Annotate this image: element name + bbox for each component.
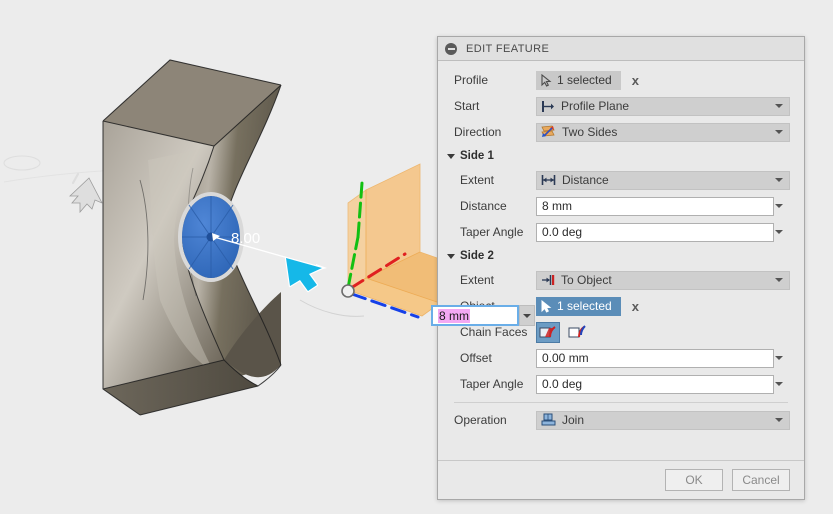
side2-offset-label: Offset <box>460 351 492 365</box>
row-side2-offset: Offset 0.00 mm <box>438 345 804 371</box>
chevron-down-icon[interactable] <box>775 382 783 386</box>
side1-extent-value: Distance <box>562 173 609 187</box>
side2-extent-label: Extent <box>460 273 495 287</box>
side2-object-selection-text: 1 selected <box>557 299 612 313</box>
chevron-down-icon[interactable] <box>775 178 783 182</box>
section-divider <box>454 402 788 403</box>
arrow-cursor-icon <box>284 256 324 293</box>
inline-dimension-dropdown[interactable] <box>519 305 535 326</box>
profile-plane-icon <box>541 100 555 113</box>
inline-dimension-editor[interactable]: 8 mm <box>431 305 519 326</box>
chevron-down-icon[interactable] <box>775 204 783 208</box>
profile-selection-text: 1 selected <box>557 73 612 87</box>
row-side1-distance: Distance 8 mm <box>438 193 804 219</box>
side1-taper-input[interactable]: 0.0 deg <box>536 222 783 242</box>
direction-value: Two Sides <box>562 125 618 139</box>
row-side1-extent: Extent Distance <box>438 167 804 193</box>
side2-offset-value: 0.00 mm <box>542 351 589 365</box>
row-operation: Operation Join <box>438 407 804 433</box>
row-start: Start Profile Plane <box>438 93 804 119</box>
operation-value: Join <box>562 413 585 427</box>
direction-combobox[interactable]: Two Sides <box>536 122 790 142</box>
side1-taper-label: Taper Angle <box>460 225 524 239</box>
side-1-label: Side 1 <box>460 150 494 162</box>
direction-label: Direction <box>454 125 502 139</box>
start-combobox[interactable]: Profile Plane <box>536 96 790 116</box>
direction-arrow-icon <box>68 172 103 214</box>
chain-faces-off-icon[interactable] <box>565 322 589 343</box>
start-value: Profile Plane <box>561 99 630 113</box>
profile-selection-button[interactable]: 1 selected <box>536 70 621 90</box>
chevron-down-icon[interactable] <box>775 230 783 234</box>
side2-extent-value: To Object <box>561 273 612 287</box>
operation-label: Operation <box>454 413 507 427</box>
chain-faces-on-icon[interactable] <box>536 321 560 343</box>
cursor-select-icon <box>541 299 552 313</box>
side1-extent-label: Extent <box>460 173 495 187</box>
join-operation-icon <box>541 413 556 427</box>
side2-extent-combobox[interactable]: To Object <box>536 270 790 290</box>
sketch-guide-curve <box>3 155 119 183</box>
inline-dimension-value: 8 mm <box>438 308 470 323</box>
profile-label: Profile <box>454 73 489 87</box>
side-2-label: Side 2 <box>460 250 494 262</box>
chevron-down-icon[interactable] <box>775 418 783 422</box>
chevron-down-icon[interactable] <box>775 104 783 108</box>
side2-taper-value: 0.0 deg <box>542 377 583 391</box>
start-label: Start <box>454 99 480 113</box>
chevron-down-icon[interactable] <box>775 278 783 282</box>
cancel-button[interactable]: Cancel <box>732 469 790 491</box>
dialog-header[interactable]: EDIT FEATURE <box>438 37 804 61</box>
collapse-circle-icon[interactable] <box>445 42 457 55</box>
operation-combobox[interactable]: Join <box>536 410 790 430</box>
chevron-down-icon <box>523 313 531 318</box>
section-side-2[interactable]: Side 2 <box>438 245 804 267</box>
origin-point <box>341 284 355 298</box>
row-direction: Direction Two Sides <box>438 119 804 145</box>
ok-button[interactable]: OK <box>665 469 723 491</box>
cursor-select-icon <box>541 73 552 87</box>
caret-down-icon[interactable] <box>447 153 455 159</box>
origin-plane-gizmo[interactable] <box>299 163 441 319</box>
side2-object-selection-button[interactable]: 1 selected <box>536 296 621 316</box>
edit-feature-dialog[interactable]: EDIT FEATURE Profile 1 selected x Start <box>437 36 805 500</box>
caret-down-icon[interactable] <box>447 253 455 259</box>
row-side1-taper: Taper Angle 0.0 deg <box>438 219 804 245</box>
side2-taper-input[interactable]: 0.0 deg <box>536 374 783 394</box>
side2-offset-input[interactable]: 0.00 mm <box>536 348 783 368</box>
side2-taper-label: Taper Angle <box>460 377 524 391</box>
dimension-value: 8.00 <box>231 230 260 247</box>
row-side2-taper: Taper Angle 0.0 deg <box>438 371 804 397</box>
chain-faces-label: Chain Faces <box>460 325 528 339</box>
side1-taper-value: 0.0 deg <box>542 225 583 239</box>
row-side2-extent: Extent To Object <box>438 267 804 293</box>
profile-clear-button[interactable]: x <box>632 74 639 87</box>
chevron-down-icon[interactable] <box>775 356 783 360</box>
distance-extent-icon <box>541 174 556 186</box>
side1-extent-combobox[interactable]: Distance <box>536 170 790 190</box>
dialog-footer: OK Cancel <box>438 460 804 499</box>
side1-distance-value: 8 mm <box>542 199 572 213</box>
row-profile: Profile 1 selected x <box>438 67 804 93</box>
section-side-1[interactable]: Side 1 <box>438 145 804 167</box>
side1-distance-input[interactable]: 8 mm <box>536 196 783 216</box>
dialog-title: EDIT FEATURE <box>466 42 550 55</box>
chevron-down-icon[interactable] <box>775 130 783 134</box>
side1-distance-label: Distance <box>460 199 507 213</box>
two-sides-icon <box>541 125 556 139</box>
side2-object-clear-button[interactable]: x <box>632 300 639 313</box>
dialog-body: Profile 1 selected x Start Profile Plane… <box>438 61 804 460</box>
to-object-icon <box>541 274 555 286</box>
